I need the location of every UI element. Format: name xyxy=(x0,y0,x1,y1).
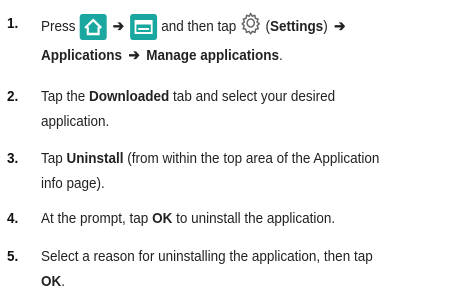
ok-label: OK xyxy=(41,273,62,290)
menu-icon xyxy=(130,14,158,40)
step-text: Select a reason for uninstalling the app… xyxy=(41,244,412,294)
step-text-part: Tap xyxy=(41,150,63,167)
ok-label: OK xyxy=(152,210,173,227)
step-1: 1. Press ➔ and then tap (Settings) ➔ App… xyxy=(0,6,457,64)
step-text-part: Tap the xyxy=(41,88,86,105)
arrow-icon: ➔ xyxy=(334,17,346,35)
applications-label: Applications xyxy=(41,47,123,64)
step-text-part: At the prompt, tap xyxy=(41,210,149,227)
step-2: 2. Tap the Downloaded tab and select you… xyxy=(0,84,457,134)
uninstall-label: Uninstall xyxy=(66,150,124,167)
step-text-part: info page). xyxy=(41,175,105,192)
manage-applications-label: Manage applications xyxy=(146,47,280,64)
home-icon xyxy=(79,14,107,40)
arrow-icon: ➔ xyxy=(112,17,125,35)
step-text: Press ➔ and then tap (Settings) ➔ Applic… xyxy=(41,11,412,68)
and-then-tap-text: and then tap xyxy=(161,17,237,35)
step-number: 2. xyxy=(7,88,19,105)
step-number: 1. xyxy=(7,15,19,32)
step-3: 3. Tap Uninstall (from within the top ar… xyxy=(0,146,457,196)
instruction-list: 1. Press ➔ and then tap (Settings) ➔ App… xyxy=(0,0,457,299)
step-text: Tap Uninstall (from within the top area … xyxy=(41,146,412,196)
settings-label: Settings xyxy=(269,17,324,35)
period: . xyxy=(61,273,66,290)
step-text-part: application. xyxy=(41,113,110,130)
step-text: At the prompt, tap OK to uninstall the a… xyxy=(41,206,412,231)
settings-paren-close: ) xyxy=(323,17,328,35)
step-text-part: to uninstall the application. xyxy=(176,210,336,227)
step-text: Tap the Downloaded tab and select your d… xyxy=(41,84,412,134)
step-text-part: Select a reason for uninstalling the app… xyxy=(41,248,373,265)
press-text: Press xyxy=(41,17,76,35)
step-number: 3. xyxy=(7,150,19,167)
step-text-part: (from within the top area of the Applica… xyxy=(127,150,380,167)
downloaded-tab-label: Downloaded xyxy=(89,88,170,105)
step-number: 4. xyxy=(7,210,19,227)
step-text-part: tab and select your desired xyxy=(173,88,336,105)
settings-gear-icon xyxy=(240,11,262,43)
step-5: 5. Select a reason for uninstalling the … xyxy=(0,244,457,296)
step-number: 5. xyxy=(7,248,19,265)
step-4: 4. At the prompt, tap OK to uninstall th… xyxy=(0,206,457,232)
arrow-icon: ➔ xyxy=(128,47,140,64)
period: . xyxy=(279,47,283,64)
